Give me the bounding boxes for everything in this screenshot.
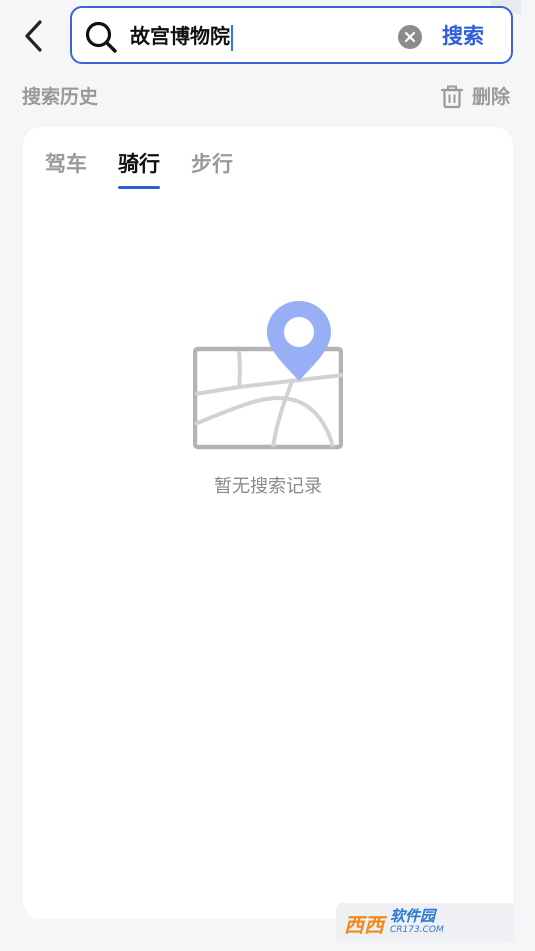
search-query-text: 故宫博物院: [130, 24, 230, 48]
watermark-site-url: CR173.COM: [390, 925, 444, 935]
search-history-title: 搜索历史: [22, 86, 99, 108]
history-card: 驾车 骑行 步行 暂无搜索记录: [23, 127, 513, 919]
clear-input-button[interactable]: [398, 25, 422, 49]
search-button[interactable]: 搜索: [442, 20, 484, 52]
delete-history-label: 删除: [472, 86, 511, 108]
delete-history-button[interactable]: 删除: [440, 84, 510, 110]
back-button[interactable]: [14, 16, 54, 56]
map-pin-icon: [193, 301, 343, 450]
close-icon: [404, 31, 416, 43]
chevron-left-icon: [25, 20, 42, 52]
tab-driving[interactable]: 驾车: [45, 149, 87, 193]
watermark-text-group: 软件园 CR173.COM: [390, 909, 444, 937]
text-caret: [231, 24, 233, 51]
watermark-brand: 西西: [344, 912, 384, 937]
empty-state-message: 暂无搜索记录: [214, 476, 322, 497]
top-bar: 故宫博物院 搜索: [0, 0, 535, 78]
search-icon: [85, 21, 117, 53]
travel-mode-tabs: 驾车 骑行 步行: [45, 149, 233, 193]
watermark-site-name: 软件园: [390, 907, 436, 925]
tab-walking[interactable]: 步行: [191, 149, 233, 193]
search-input-value[interactable]: 故宫博物院: [130, 21, 233, 51]
trash-icon: [440, 85, 464, 109]
tab-cycling[interactable]: 骑行: [118, 149, 160, 193]
watermark-logo: 西西 软件园 CR173.COM: [336, 903, 514, 943]
search-input[interactable]: 故宫博物院 搜索: [70, 6, 513, 64]
